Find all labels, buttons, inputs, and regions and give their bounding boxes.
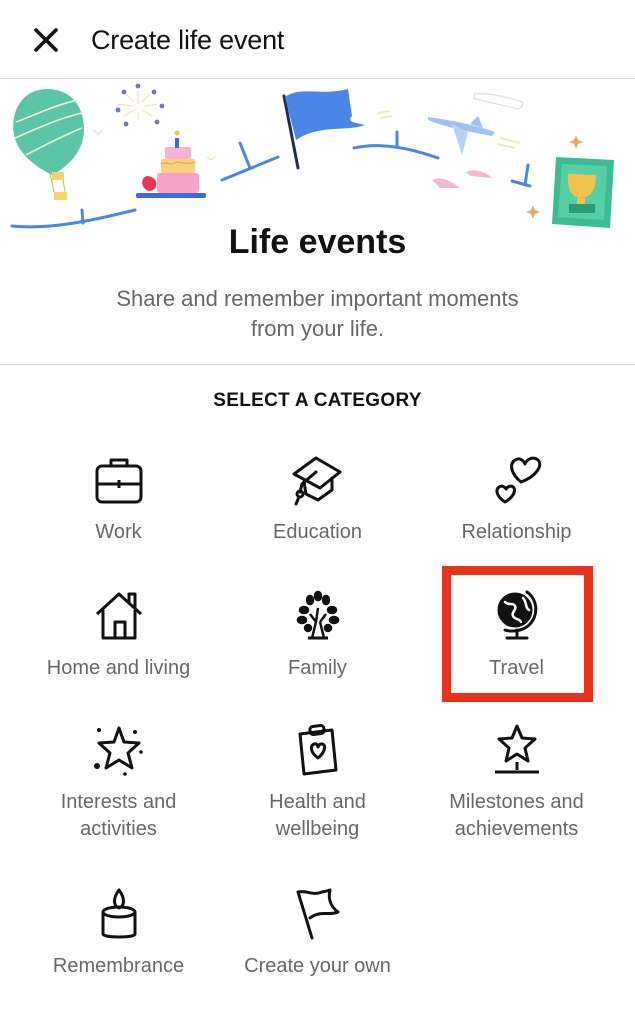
life-events-banner — [0, 80, 635, 248]
category-label: Create your own — [244, 955, 391, 977]
category-family[interactable]: Family — [218, 588, 417, 682]
top-bar: Create life event — [0, 0, 635, 79]
section-header: SELECT A CATEGORY — [213, 390, 422, 411]
globe-icon — [489, 588, 545, 644]
category-label: Work — [95, 521, 142, 543]
hot-air-balloon-illustration — [13, 89, 84, 200]
sparkle-star-icon — [91, 722, 147, 778]
birthday-cake-illustration — [136, 130, 206, 198]
tree-icon — [290, 588, 346, 644]
category-label: Family — [288, 657, 347, 679]
house-icon — [91, 588, 147, 644]
close-icon — [34, 28, 58, 52]
category-label: Education — [273, 521, 362, 543]
category-create-your-own[interactable]: Create your own — [218, 886, 417, 980]
flag-illustration — [282, 89, 365, 170]
airplane-illustration — [428, 116, 495, 155]
close-button[interactable] — [28, 22, 64, 58]
category-label: Home and living — [46, 657, 191, 679]
fireworks-illustration — [117, 90, 159, 120]
candle-icon — [91, 886, 147, 942]
category-remembrance[interactable]: Remembrance — [19, 886, 218, 980]
category-milestones-and-achievements[interactable]: Milestones and achievements — [417, 722, 616, 843]
category-label: Interests and activities — [60, 791, 177, 840]
hero-subtitle: Share and remember important moments fro… — [116, 286, 519, 341]
category-label: Travel — [489, 657, 544, 679]
graduation-cap-icon — [290, 452, 346, 508]
briefcase-icon — [91, 452, 147, 508]
hero-title: Life events — [228, 223, 407, 261]
category-label: Remembrance — [52, 955, 185, 977]
category-home-and-living[interactable]: Home and living — [19, 588, 218, 682]
category-travel[interactable]: Travel — [417, 588, 616, 682]
hearts-icon — [489, 452, 545, 508]
flag-icon — [290, 886, 346, 942]
divider — [0, 364, 635, 365]
clipboard-heart-icon — [290, 722, 346, 778]
category-label: Health and wellbeing — [269, 791, 366, 840]
category-label: Milestones and achievements — [449, 791, 584, 840]
page-title: Create life event — [91, 25, 285, 55]
star-milestone-icon — [489, 722, 545, 778]
banner-illustration — [10, 83, 614, 248]
category-education[interactable]: Education — [218, 452, 417, 546]
category-health-and-wellbeing[interactable]: Health and wellbeing — [218, 722, 417, 843]
category-interests-and-activities[interactable]: Interests and activities — [19, 722, 218, 843]
category-work[interactable]: Work — [19, 452, 218, 546]
category-label: Relationship — [461, 521, 572, 543]
category-relationship[interactable]: Relationship — [417, 452, 616, 546]
